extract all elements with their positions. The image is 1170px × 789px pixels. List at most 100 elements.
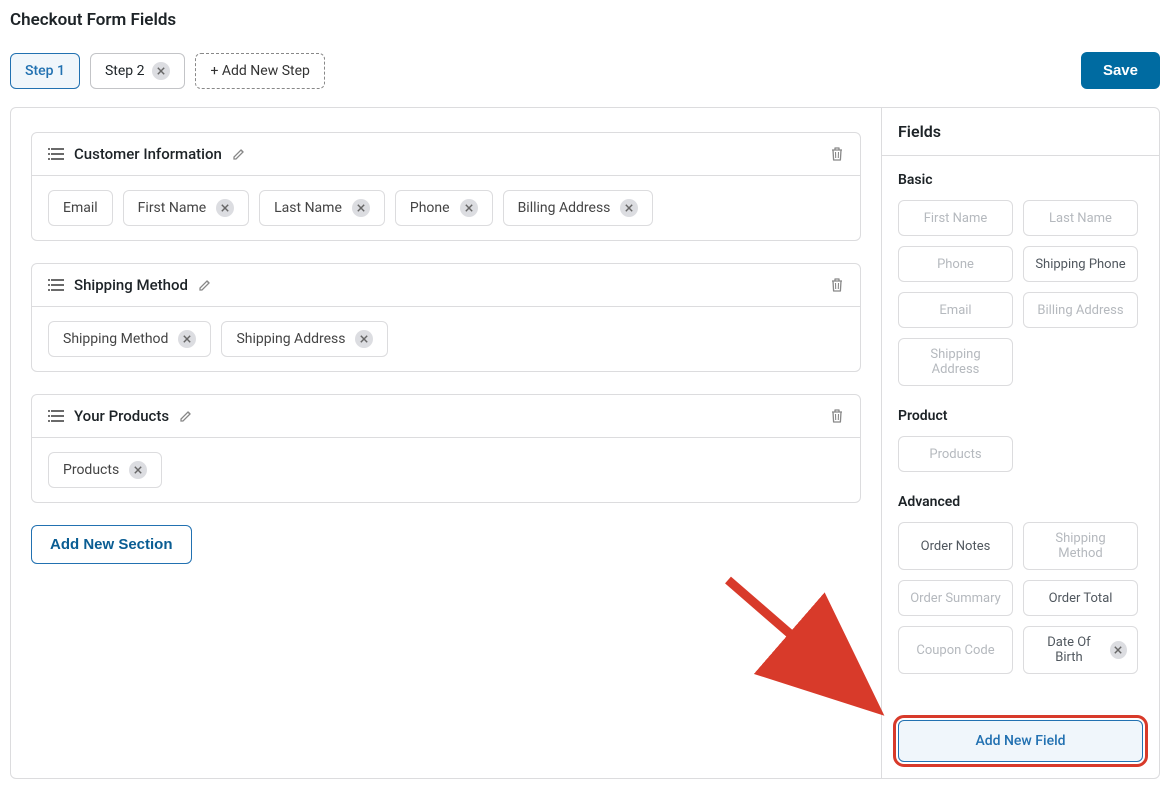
field-pill-label: Order Total — [1049, 591, 1113, 606]
field-chip-label: Billing Address — [518, 200, 611, 216]
section-card: Your Products Products — [31, 394, 861, 503]
remove-step-icon[interactable] — [152, 62, 170, 80]
field-chip-label: First Name — [138, 200, 206, 216]
field-pill-label: Date Of Birth — [1034, 635, 1104, 665]
section-title: Shipping Method — [74, 276, 188, 294]
field-pill-label: Shipping Address — [909, 347, 1002, 377]
field-chip[interactable]: Shipping Method — [48, 321, 211, 357]
section-header: Customer Information — [32, 133, 860, 176]
section-header-left: Your Products — [48, 407, 193, 425]
delete-icon[interactable] — [830, 408, 844, 424]
fields-sidebar-title: Fields — [882, 108, 1159, 156]
edit-icon[interactable] — [179, 409, 193, 423]
remove-field-icon[interactable] — [620, 199, 638, 217]
field-pill-group: First Name Last Name Phone Shipping Phone Em… — [898, 200, 1143, 386]
field-pill: Last Name — [1023, 200, 1138, 236]
field-pill: Phone — [898, 246, 1013, 282]
field-chip[interactable]: First Name — [123, 190, 249, 226]
field-chip-label: Phone — [410, 200, 450, 216]
field-chip[interactable]: Shipping Address — [221, 321, 388, 357]
section-header: Shipping Method — [32, 264, 860, 307]
field-pill-label: Billing Address — [1037, 303, 1123, 318]
field-pill-label: Shipping Phone — [1035, 257, 1125, 272]
field-group-title: Product — [898, 408, 1143, 424]
field-chip[interactable]: Phone — [395, 190, 493, 226]
section-title: Customer Information — [74, 145, 222, 163]
fields-sidebar-body: Basic First Name Last Name Phone Shipping Ph… — [882, 156, 1159, 712]
field-chip[interactable]: Billing Address — [503, 190, 654, 226]
field-pill-label: First Name — [924, 211, 988, 226]
save-button[interactable]: Save — [1081, 52, 1160, 89]
field-chip[interactable]: Products — [48, 452, 162, 488]
field-pill-label: Order Summary — [910, 591, 1001, 606]
field-pill-label: Coupon Code — [916, 643, 994, 658]
remove-field-icon[interactable] — [352, 199, 370, 217]
field-pill-label: Products — [929, 447, 981, 462]
field-pill-label: Phone — [937, 257, 974, 272]
add-step-label: + Add New Step — [210, 63, 309, 79]
add-section-button[interactable]: Add New Section — [31, 525, 192, 564]
field-pill: Coupon Code — [898, 626, 1013, 674]
field-pill: Order Summary — [898, 580, 1013, 616]
remove-field-icon[interactable] — [355, 330, 373, 348]
field-pill-label: Order Notes — [921, 539, 991, 554]
section-card: Customer Information Email First Name Last … — [31, 132, 861, 241]
field-pill: First Name — [898, 200, 1013, 236]
drag-handle-icon[interactable] — [48, 147, 64, 161]
field-chip-label: Email — [63, 200, 98, 216]
remove-field-icon[interactable] — [129, 461, 147, 479]
field-group-title: Basic — [898, 172, 1143, 188]
top-toolbar: Step 1 Step 2 + Add New Step Save — [10, 52, 1160, 89]
section-body: Products — [32, 438, 860, 502]
sections-column: Customer Information Email First Name Last … — [11, 108, 881, 778]
field-chip-label: Shipping Address — [236, 331, 345, 347]
remove-field-icon[interactable] — [178, 330, 196, 348]
field-pill-label: Last Name — [1049, 211, 1112, 226]
add-new-field-button[interactable]: Add New Field — [898, 720, 1143, 762]
step-tab-1[interactable]: Step 1 — [10, 53, 80, 89]
edit-icon[interactable] — [232, 147, 246, 161]
page-title: Checkout Form Fields — [10, 10, 1160, 30]
step-tab-2-label: Step 2 — [105, 63, 145, 79]
steps-row: Step 1 Step 2 + Add New Step — [10, 53, 325, 89]
step-tab-1-label: Step 1 — [25, 63, 65, 79]
section-body: Shipping Method Shipping Address — [32, 307, 860, 371]
field-pill[interactable]: Order Notes — [898, 522, 1013, 570]
remove-field-icon[interactable] — [460, 199, 478, 217]
section-body: Email First Name Last Name Phone Billing Add… — [32, 176, 860, 240]
add-step-button[interactable]: + Add New Step — [195, 53, 324, 89]
delete-icon[interactable] — [830, 146, 844, 162]
section-title: Your Products — [74, 407, 169, 425]
drag-handle-icon[interactable] — [48, 278, 64, 292]
drag-handle-icon[interactable] — [48, 409, 64, 423]
field-pill-group: Order Notes Shipping Method Order Summary O… — [898, 522, 1143, 674]
field-chip[interactable]: Last Name — [259, 190, 385, 226]
fields-sidebar: Fields Basic First Name Last Name Phone Ship… — [881, 108, 1159, 778]
field-pill[interactable]: Order Total — [1023, 580, 1138, 616]
field-pill: Products — [898, 436, 1013, 472]
field-pill-group: Products — [898, 436, 1143, 472]
field-pill: Shipping Address — [898, 338, 1013, 386]
field-chip-label: Shipping Method — [63, 331, 168, 347]
field-chip-label: Last Name — [274, 200, 342, 216]
field-pill: Billing Address — [1023, 292, 1138, 328]
field-pill-label: Shipping Method — [1034, 531, 1127, 561]
section-header-left: Shipping Method — [48, 276, 212, 294]
remove-field-icon[interactable] — [216, 199, 234, 217]
field-pill: Email — [898, 292, 1013, 328]
field-pill[interactable]: Date Of Birth — [1023, 626, 1138, 674]
section-card: Shipping Method Shipping Method Shipping A… — [31, 263, 861, 372]
field-group-title: Advanced — [898, 494, 1143, 510]
remove-field-icon[interactable] — [1110, 641, 1127, 659]
delete-icon[interactable] — [830, 277, 844, 293]
field-pill[interactable]: Shipping Phone — [1023, 246, 1138, 282]
field-pill: Shipping Method — [1023, 522, 1138, 570]
section-header-left: Customer Information — [48, 145, 246, 163]
field-chip[interactable]: Email — [48, 190, 113, 226]
main-panel: Customer Information Email First Name Last … — [10, 107, 1160, 779]
field-pill-label: Email — [939, 303, 971, 318]
field-chip-label: Products — [63, 462, 119, 478]
section-header: Your Products — [32, 395, 860, 438]
step-tab-2[interactable]: Step 2 — [90, 53, 186, 89]
edit-icon[interactable] — [198, 278, 212, 292]
